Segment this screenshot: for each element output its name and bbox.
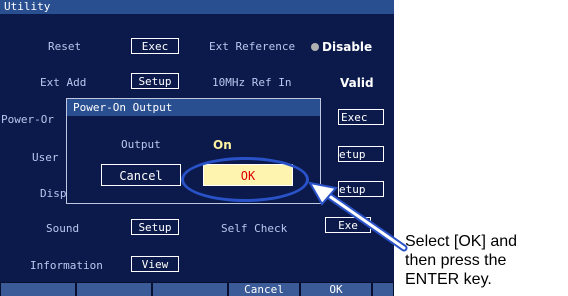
window-title: Utility	[4, 0, 51, 13]
disp-label: Disp	[40, 187, 67, 200]
softkey-bar: Cancel OK	[0, 282, 394, 296]
sound-label: Sound	[46, 222, 80, 235]
output-label: Output	[121, 138, 161, 151]
sound-setup-button[interactable]: Setup	[131, 219, 179, 235]
output-value: On	[213, 138, 232, 152]
annotation-text: Select [OK] and then press the ENTER key…	[405, 232, 565, 289]
self-check-exec-button[interactable]: Exe	[325, 217, 371, 233]
annotation-line-2: then press the	[405, 252, 507, 269]
ext-reference-label: Ext Reference	[209, 40, 296, 53]
annotation-line-3: ENTER key.	[405, 271, 492, 288]
information-view-button[interactable]: View	[131, 256, 179, 272]
instrument-screen: Utility Reset Exec Ext Reference Disable…	[0, 0, 394, 296]
ext-add-setup-button[interactable]: Setup	[131, 73, 179, 89]
power-on-exec-button[interactable]: Exec	[338, 109, 384, 125]
dialog-cancel-button[interactable]: Cancel	[101, 164, 181, 186]
softkey-2[interactable]	[77, 283, 151, 296]
softkey-6[interactable]	[373, 283, 393, 296]
annotation-line-1: Select [OK] and	[405, 233, 518, 250]
ref-10mhz-value: Valid	[340, 76, 374, 90]
status-dot-icon	[311, 43, 319, 51]
information-label: Information	[30, 259, 103, 272]
user-setup-button[interactable]: etup	[338, 146, 384, 162]
reset-exec-button[interactable]: Exec	[131, 38, 179, 54]
reset-label: Reset	[48, 40, 82, 53]
disp-setup-button[interactable]: etup	[338, 181, 384, 197]
self-check-label: Self Check	[221, 222, 288, 235]
softkey-3[interactable]	[153, 283, 227, 296]
softkey-1[interactable]	[1, 283, 75, 296]
ext-reference-value: Disable	[322, 40, 373, 54]
dialog-title: Power-On Output	[67, 99, 320, 116]
softkey-cancel[interactable]: Cancel	[229, 283, 299, 296]
highlight-ring	[181, 157, 309, 202]
user-label: User	[32, 151, 59, 164]
ext-add-label: Ext Add	[40, 76, 87, 89]
ref-10mhz-label: 10MHz Ref In	[212, 76, 292, 89]
softkey-ok[interactable]: OK	[301, 283, 371, 296]
window-titlebar: Utility	[0, 0, 394, 14]
power-on-label: Power-Or	[1, 113, 54, 126]
